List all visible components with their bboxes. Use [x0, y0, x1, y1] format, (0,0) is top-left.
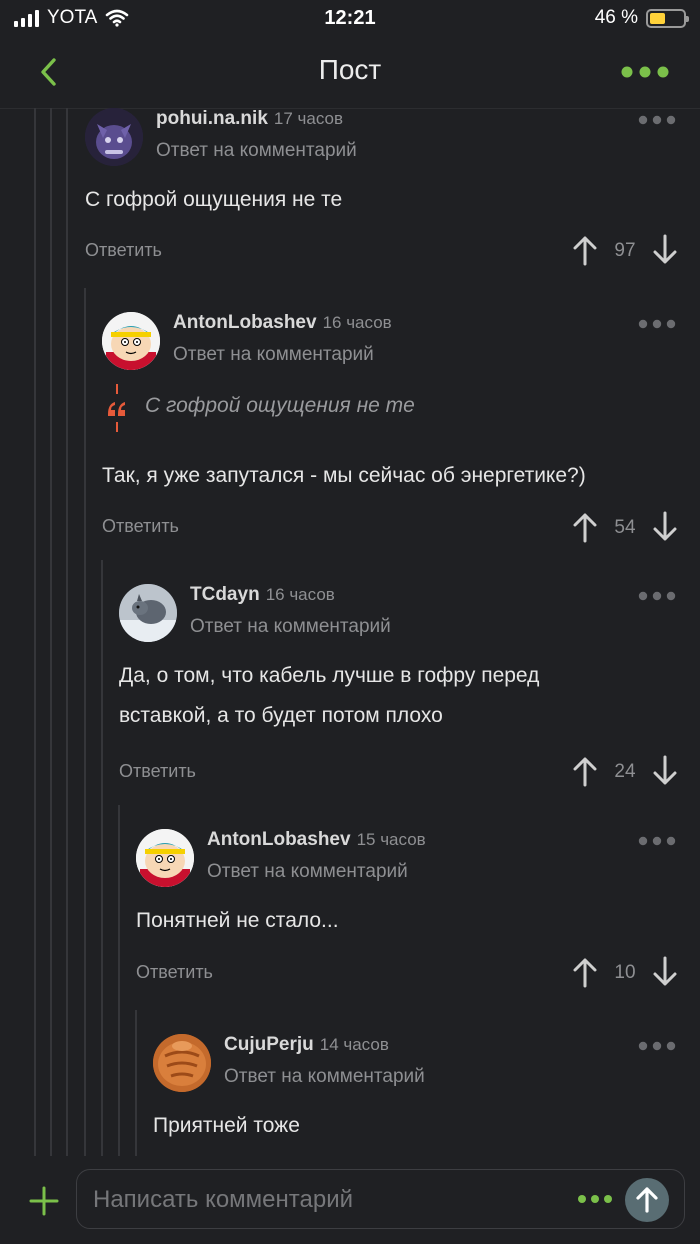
- comment-time: 14 часов: [319, 1035, 389, 1054]
- status-right: 46 %: [594, 7, 689, 29]
- arrow-up-icon: [636, 1187, 658, 1213]
- comment-more-icon[interactable]: [638, 114, 676, 126]
- comment-text: Понятней не стало...: [136, 909, 339, 932]
- comment-text: Да, о том, что кабель лучше в гофру пере…: [119, 664, 540, 727]
- page-title: Пост: [318, 54, 382, 85]
- reply-indicator[interactable]: Ответ на комментарий: [207, 861, 408, 883]
- comment-input-placeholder: Написать комментарий: [93, 1186, 354, 1213]
- comment: AntonLobashev 15 часов Ответ на комментар…: [136, 829, 700, 1005]
- quote-icon: [108, 384, 125, 432]
- comment: AntonLobashev 16 часов Ответ на комментар…: [102, 312, 700, 552]
- comment-text: С гофрой ощущения не те: [85, 188, 343, 211]
- reply-button[interactable]: Ответить: [85, 240, 162, 261]
- comment-composer: Написать комментарий: [0, 1156, 700, 1244]
- add-attachment-button[interactable]: [27, 1184, 61, 1218]
- more-options-icon[interactable]: [620, 60, 670, 84]
- quote-text: С гофрой ощущения не те: [145, 394, 415, 417]
- reply-indicator[interactable]: Ответ на комментарий: [173, 344, 374, 366]
- reply-indicator[interactable]: Ответ на комментарий: [190, 616, 391, 638]
- comment-thread: pohui.na.nik 17 часов Ответ на комментари…: [0, 108, 700, 1156]
- avatar[interactable]: [102, 312, 160, 370]
- battery-level: [650, 12, 665, 24]
- battery-percent: 46 %: [594, 7, 638, 28]
- thread-line: [135, 1010, 137, 1156]
- downvote-arrow-icon[interactable]: [652, 234, 678, 266]
- vote-score: 97: [614, 240, 636, 261]
- comment-input[interactable]: Написать комментарий: [76, 1169, 685, 1229]
- comment-time: 16 часов: [322, 313, 392, 332]
- comment-author[interactable]: AntonLobashev 15 часов: [207, 829, 426, 851]
- comment-author[interactable]: pohui.na.nik 17 часов: [156, 108, 343, 130]
- thread-line: [66, 108, 68, 1156]
- vote-controls: 54: [572, 511, 678, 543]
- comment-more-icon[interactable]: [638, 1040, 676, 1052]
- thread-line: [101, 560, 103, 1156]
- input-more-icon[interactable]: [577, 1194, 613, 1204]
- avatar[interactable]: [85, 108, 143, 166]
- vote-controls: 97: [572, 234, 678, 266]
- comment-author[interactable]: CujuPerju 14 часов: [224, 1034, 389, 1056]
- thread-line: [84, 288, 86, 1156]
- avatar[interactable]: [119, 584, 177, 642]
- send-button[interactable]: [625, 1178, 669, 1222]
- vote-controls: 24: [572, 755, 678, 787]
- comment-more-icon[interactable]: [638, 835, 676, 847]
- comment-time: 16 часов: [265, 585, 335, 604]
- status-bar: YOTA 12:21 46 %: [0, 0, 700, 36]
- thread-line: [50, 108, 52, 1156]
- nav-bar: Пост: [0, 36, 700, 109]
- comment-author[interactable]: TCdayn 16 часов: [190, 584, 335, 606]
- plus-icon: [29, 1186, 59, 1216]
- reply-button[interactable]: Ответить: [102, 516, 179, 537]
- comment: TCdayn 16 часов Ответ на комментарий Да, …: [119, 584, 700, 800]
- avatar[interactable]: [136, 829, 194, 887]
- battery-icon: [646, 8, 689, 28]
- downvote-arrow-icon[interactable]: [652, 511, 678, 543]
- vote-score: 10: [614, 962, 636, 983]
- downvote-arrow-icon[interactable]: [652, 956, 678, 988]
- upvote-arrow-icon[interactable]: [572, 956, 598, 988]
- upvote-arrow-icon[interactable]: [572, 511, 598, 543]
- reply-button[interactable]: Ответить: [136, 962, 213, 983]
- comment-text: Приятней тоже: [153, 1114, 300, 1137]
- downvote-arrow-icon[interactable]: [652, 755, 678, 787]
- thread-line: [118, 805, 120, 1156]
- comment-author[interactable]: AntonLobashev 16 часов: [173, 312, 392, 334]
- vote-score: 24: [614, 761, 636, 782]
- thread-line: [34, 108, 36, 1156]
- reply-indicator[interactable]: Ответ на комментарий: [224, 1066, 425, 1088]
- comment-more-icon[interactable]: [638, 318, 676, 330]
- avatar[interactable]: [153, 1034, 211, 1092]
- comment-time: 17 часов: [273, 109, 344, 128]
- comment: pohui.na.nik 17 часов Ответ на комментари…: [85, 108, 700, 278]
- upvote-arrow-icon[interactable]: [572, 755, 598, 787]
- comment: CujuPerju 14 часов Ответ на комментарий П…: [153, 1034, 700, 1156]
- comment-time: 15 часов: [356, 830, 426, 849]
- reply-button[interactable]: Ответить: [119, 761, 196, 782]
- reply-indicator[interactable]: Ответ на комментарий: [156, 140, 357, 162]
- upvote-arrow-icon[interactable]: [572, 234, 598, 266]
- comment-text: Так, я уже запутался - мы сейчас об энер…: [102, 464, 586, 487]
- vote-controls: 10: [572, 956, 678, 988]
- vote-score: 54: [614, 517, 636, 538]
- comment-more-icon[interactable]: [638, 590, 676, 602]
